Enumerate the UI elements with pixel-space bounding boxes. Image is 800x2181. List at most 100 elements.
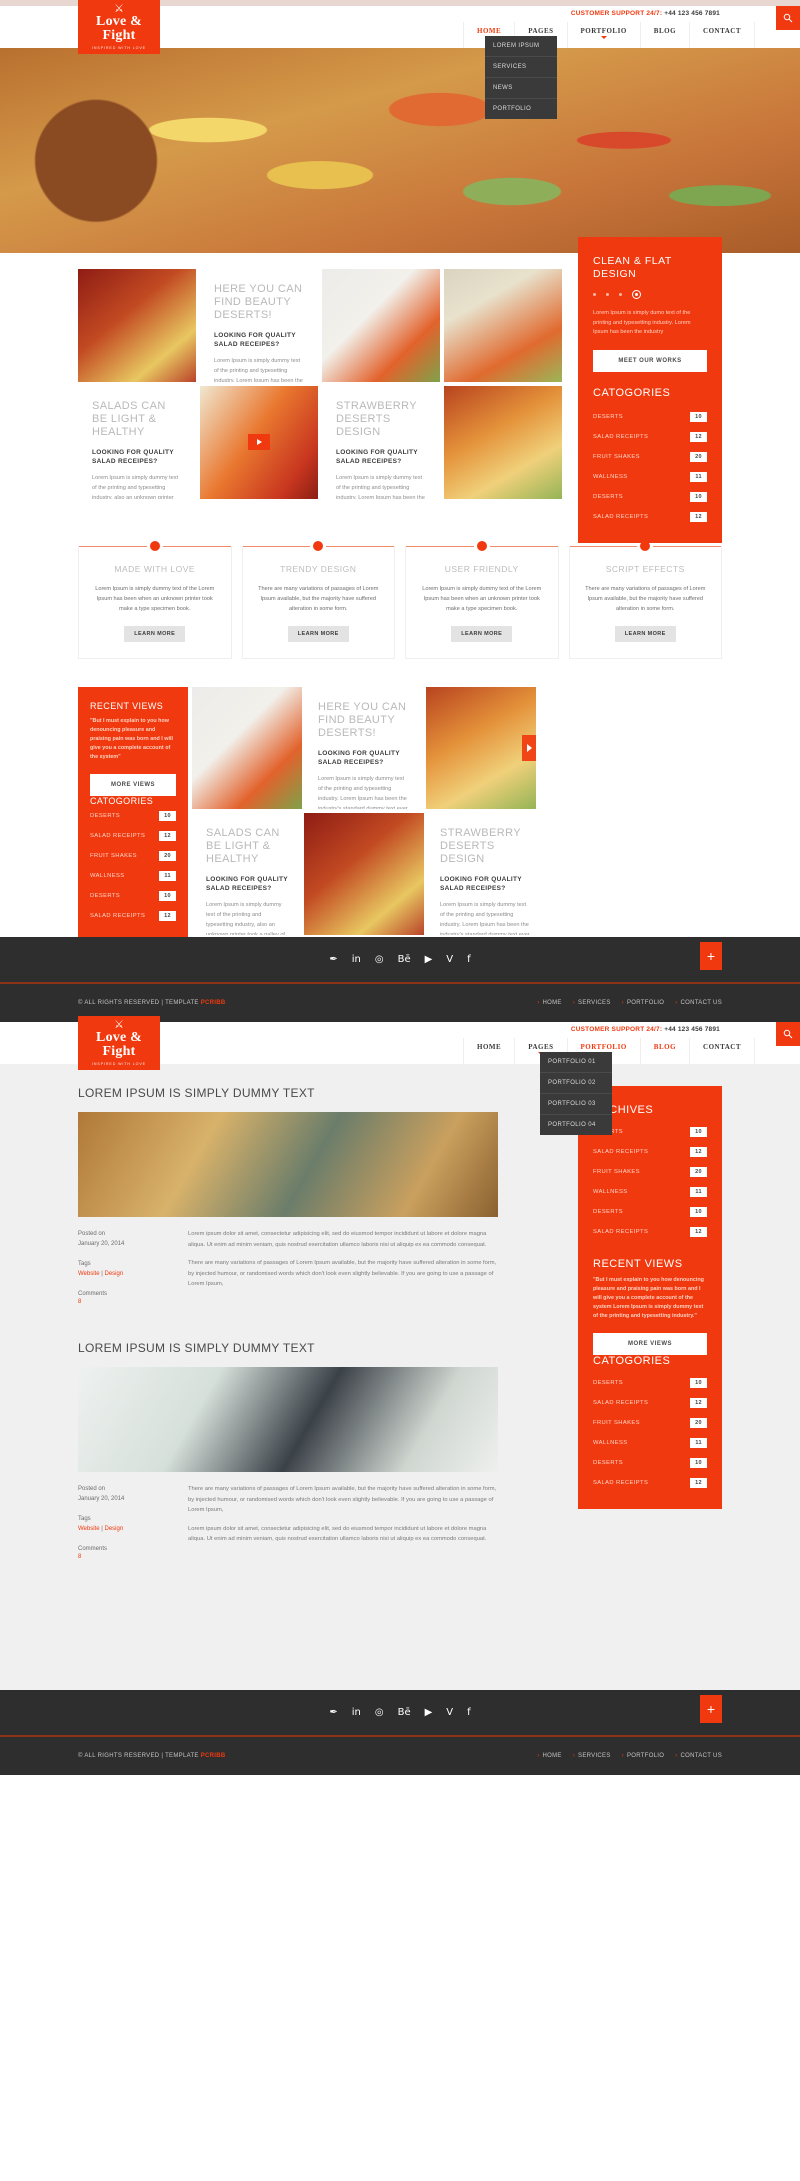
learn-more-button[interactable]: LEARN MORE — [124, 626, 186, 642]
back-to-top-button-2[interactable]: + — [700, 1695, 722, 1723]
linkedin-icon[interactable]: in — [352, 954, 361, 965]
tag-website[interactable]: Website — [78, 1526, 100, 1532]
dribbble-icon[interactable]: ◎ — [375, 1707, 384, 1718]
category-row[interactable]: SALAD RECEIPTS 12 — [593, 507, 707, 527]
support-phone-2[interactable]: +44 123 456 7891 — [664, 1026, 720, 1033]
category-row[interactable]: SALAD RECEIPTS 12 — [90, 906, 176, 926]
post-title[interactable]: LOREM IPSUM IS SIMPLY DUMMY TEXT — [78, 1086, 498, 1100]
more-views-button-2[interactable]: MORE VIEWS — [593, 1333, 707, 1355]
category-row[interactable]: SALAD RECEIPTS 12 — [90, 826, 176, 846]
nav-item-blog[interactable]: BLOG — [639, 1038, 689, 1064]
category-row[interactable]: FRUIT SHAKES 20 — [593, 1413, 707, 1433]
feature-title: SCRIPT EFFECTS — [605, 564, 685, 574]
category-row[interactable]: SALAD RECEIPTS 12 — [593, 1142, 707, 1162]
footer-link-portfolio[interactable]: PORTFOLIO — [622, 1753, 665, 1759]
dropdown-item-lorem-ipsum[interactable]: LOREM IPSUM — [485, 36, 557, 57]
slider-dot[interactable] — [619, 293, 622, 296]
category-row[interactable]: DESERTS 10 — [593, 1373, 707, 1393]
vimeo-icon[interactable]: V — [446, 954, 453, 965]
gallery-play-button[interactable] — [248, 434, 270, 450]
twitter-icon[interactable]: ✒ — [329, 954, 337, 965]
gallery-image-3[interactable] — [200, 386, 318, 499]
gallery-image-5[interactable] — [444, 386, 562, 499]
nav-item-home[interactable]: HOME — [463, 1038, 514, 1064]
footer-link-home[interactable]: HOME — [537, 1000, 562, 1006]
category-row[interactable]: SALAD RECEIPTS 12 — [593, 1222, 707, 1242]
category-row[interactable]: FRUIT SHAKES 20 — [593, 447, 707, 467]
search-button-2[interactable] — [776, 1022, 800, 1046]
learn-more-button[interactable]: LEARN MORE — [614, 626, 676, 642]
footer-link-portfolio[interactable]: PORTFOLIO — [622, 1000, 665, 1006]
search-button[interactable] — [776, 6, 800, 30]
dropdown-item-portfolio-04[interactable]: PORTFOLIO 04 — [540, 1115, 612, 1135]
footer-link-services[interactable]: SERVICES — [573, 1753, 611, 1759]
behance-icon[interactable]: Bē — [398, 1707, 411, 1718]
twitter-icon[interactable]: ✒ — [329, 1707, 337, 1718]
post-image[interactable] — [78, 1112, 498, 1217]
category-row[interactable]: DESERTS 10 — [593, 487, 707, 507]
linkedin-icon[interactable]: in — [352, 1707, 361, 1718]
slider-dot[interactable] — [593, 293, 596, 296]
category-row[interactable]: FRUIT SHAKES 20 — [90, 846, 176, 866]
youtube-icon[interactable]: ▶ — [425, 954, 433, 965]
meet-our-works-button[interactable]: MEET OUR WORKS — [593, 349, 707, 372]
footer-link-contact-us[interactable]: CONTACT US — [675, 1000, 722, 1006]
nav-item-blog[interactable]: BLOG — [639, 22, 689, 48]
category-row[interactable]: DESERTS 10 — [90, 886, 176, 906]
category-row[interactable]: DESERTS 10 — [90, 806, 176, 826]
dropdown-item-portfolio-02[interactable]: PORTFOLIO 02 — [540, 1073, 612, 1094]
gallery-image-1[interactable] — [78, 269, 196, 382]
gallery2-image-1[interactable] — [192, 687, 302, 809]
footer-link-home[interactable]: HOME — [537, 1753, 562, 1759]
facebook-icon[interactable]: f — [467, 954, 471, 965]
support-phone[interactable]: +44 123 456 7891 — [664, 10, 720, 17]
dropdown-item-portfolio-01[interactable]: PORTFOLIO 01 — [540, 1052, 612, 1073]
category-row[interactable]: SALAD RECEIPTS 12 — [593, 1473, 707, 1493]
category-row[interactable]: WALLNESS 11 — [593, 1433, 707, 1453]
tag-design[interactable]: Design — [104, 1271, 123, 1277]
footer-link-contact-us[interactable]: CONTACT US — [675, 1753, 722, 1759]
facebook-icon[interactable]: f — [467, 1707, 471, 1718]
post-title[interactable]: LOREM IPSUM IS SIMPLY DUMMY TEXT — [78, 1341, 498, 1355]
back-to-top-button[interactable]: + — [700, 942, 722, 970]
gallery-image-2[interactable] — [322, 269, 440, 382]
comments-count[interactable]: 8 — [78, 1554, 188, 1560]
youtube-icon[interactable]: ▶ — [425, 1707, 433, 1718]
category-row[interactable]: WALLNESS 11 — [593, 467, 707, 487]
gallery-image-4[interactable] — [444, 269, 562, 382]
site-logo[interactable]: ⚔ Love & Fight INSPIRED WITH LOVE — [78, 0, 160, 54]
dribbble-icon[interactable]: ◎ — [375, 954, 384, 965]
dropdown-item-services[interactable]: SERVICES — [485, 57, 557, 78]
slider-dot[interactable] — [606, 293, 609, 296]
category-row[interactable]: FRUIT SHAKES 20 — [593, 1162, 707, 1182]
gallery2-image-2[interactable] — [426, 687, 536, 809]
nav-item-portfolio[interactable]: PORTFOLIO — [566, 22, 640, 48]
category-row[interactable]: DESERTS 10 — [593, 407, 707, 427]
dropdown-item-portfolio-03[interactable]: PORTFOLIO 03 — [540, 1094, 612, 1115]
nav-item-contact[interactable]: CONTACT — [689, 1038, 755, 1064]
category-row[interactable]: WALLNESS 11 — [593, 1182, 707, 1202]
more-views-button[interactable]: MORE VIEWS — [90, 774, 176, 796]
comments-count[interactable]: 8 — [78, 1299, 188, 1305]
category-row[interactable]: SALAD RECEIPTS 12 — [593, 1393, 707, 1413]
footer-link-services[interactable]: SERVICES — [573, 1000, 611, 1006]
gallery2-image-3[interactable] — [304, 813, 424, 935]
site-logo-2[interactable]: ⚔ Love & Fight INSPIRED WITH LOVE — [78, 1016, 160, 1070]
gallery-next-arrow[interactable] — [522, 735, 536, 761]
slider-dot[interactable] — [632, 290, 641, 299]
category-row[interactable]: DESERTS 10 — [593, 1202, 707, 1222]
learn-more-button[interactable]: LEARN MORE — [287, 626, 349, 642]
vimeo-icon[interactable]: V — [446, 1707, 453, 1718]
behance-icon[interactable]: Bē — [398, 954, 411, 965]
dropdown-item-news[interactable]: NEWS — [485, 78, 557, 99]
slider-dots[interactable] — [593, 290, 707, 299]
dropdown-item-portfolio[interactable]: PORTFOLIO — [485, 99, 557, 119]
tag-design[interactable]: Design — [104, 1526, 123, 1532]
learn-more-button[interactable]: LEARN MORE — [451, 626, 513, 642]
nav-item-contact[interactable]: CONTACT — [689, 22, 755, 48]
category-row[interactable]: WALLNESS 11 — [90, 866, 176, 886]
post-image[interactable] — [78, 1367, 498, 1472]
category-row[interactable]: SALAD RECEIPTS 12 — [593, 427, 707, 447]
tag-website[interactable]: Website — [78, 1271, 100, 1277]
category-row[interactable]: DESERTS 10 — [593, 1453, 707, 1473]
